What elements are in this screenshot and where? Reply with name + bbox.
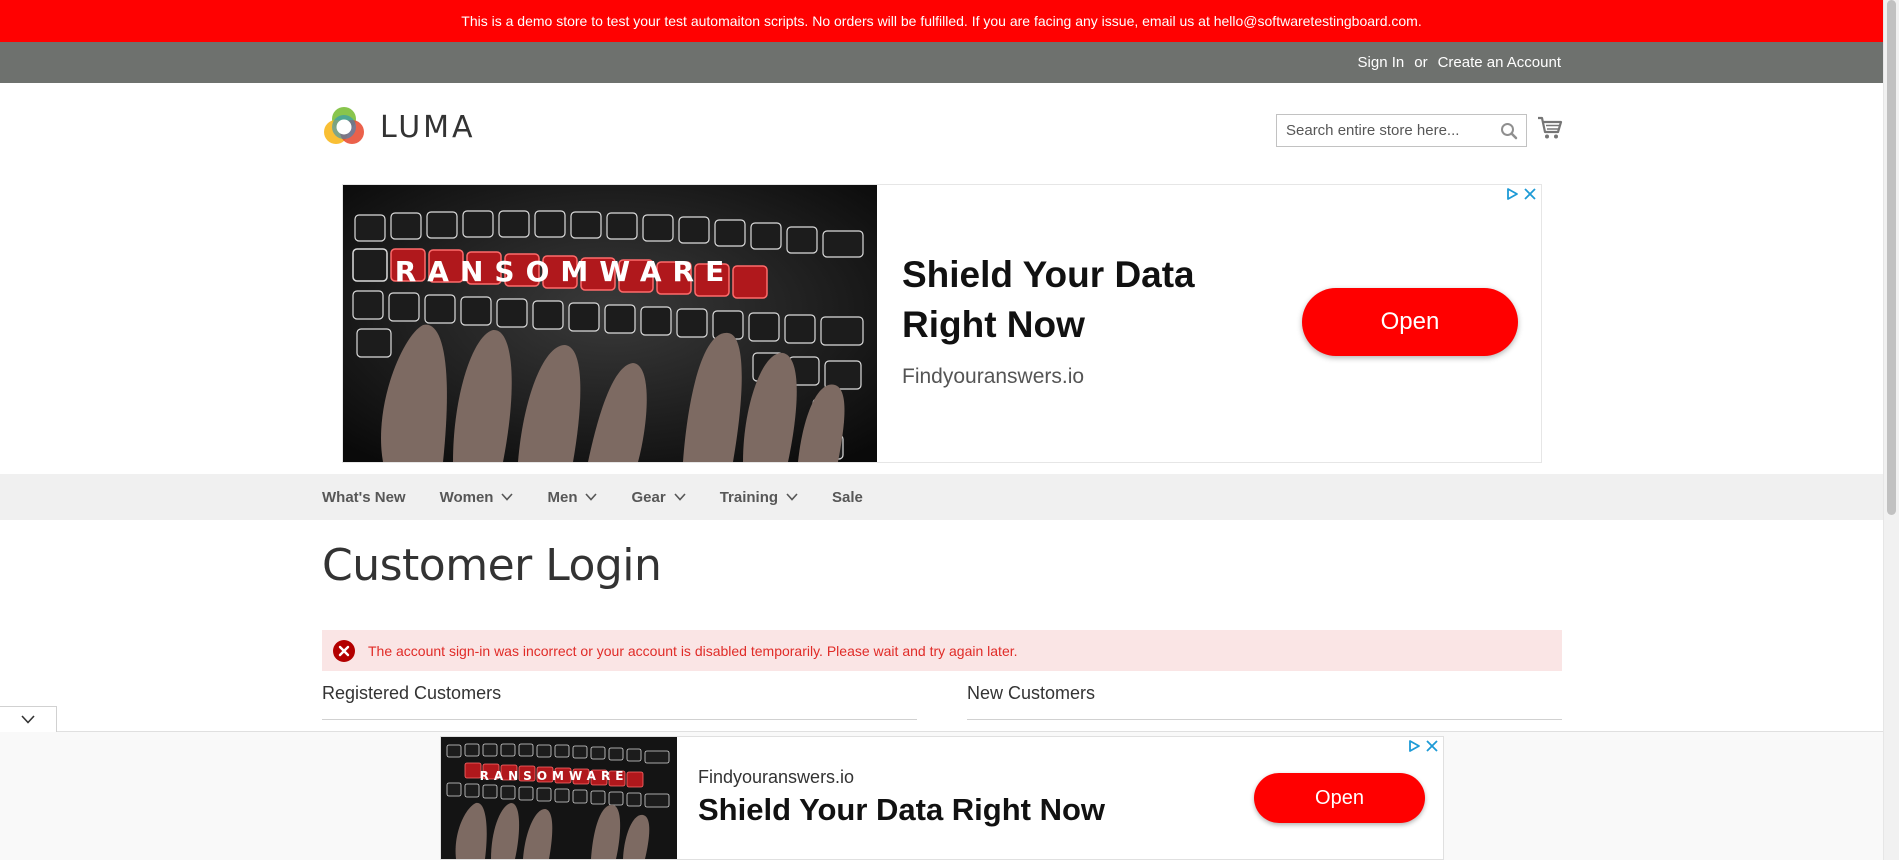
- chevron-down-icon: [501, 493, 514, 501]
- logo-text: LUMA: [380, 109, 476, 145]
- ad-open-button[interactable]: Open: [1254, 773, 1425, 823]
- main-navigation: What's New Women Men Gear Training Sale: [0, 474, 1883, 520]
- chevron-down-icon: [585, 493, 598, 501]
- chevron-down-icon: [674, 493, 686, 501]
- ad-image-word: RANSOMWARE: [480, 769, 629, 783]
- error-message-text: The account sign-in was incorrect or you…: [368, 642, 1018, 659]
- ad-image-word: RANSOMWARE: [395, 255, 735, 288]
- collapse-ad-button[interactable]: [0, 706, 57, 732]
- new-customers-divider: [967, 719, 1562, 720]
- sticky-advertisement[interactable]: RANSOMWARE Findyouranswers.io Shield You…: [440, 736, 1444, 860]
- nav-item-whats-new[interactable]: What's New: [322, 489, 406, 506]
- ad-choices: [1505, 187, 1537, 201]
- page-scrollbar[interactable]: [1883, 0, 1899, 860]
- nav-item-women[interactable]: Women: [440, 489, 514, 506]
- demo-notice-text: This is a demo store to test your test a…: [461, 13, 1422, 29]
- nav-item-label: Men: [547, 488, 578, 506]
- panel-header: Sign In or Create an Account: [0, 42, 1883, 83]
- nav-item-label: Sale: [832, 488, 863, 506]
- ad-choices-icon[interactable]: [1407, 739, 1421, 753]
- ad-close-icon[interactable]: [1523, 187, 1537, 201]
- nav-item-sale[interactable]: Sale: [832, 489, 863, 506]
- ad-headline: Shield Your Data Right Now: [698, 792, 1106, 827]
- chevron-down-icon: [21, 715, 35, 724]
- ad-headline: Shield Your Data Right Now: [902, 254, 1195, 345]
- registered-customers-title: Registered Customers: [322, 683, 502, 703]
- luma-logo[interactable]: LUMA: [322, 105, 476, 149]
- search-input[interactable]: [1277, 115, 1526, 146]
- ad-choices-icon[interactable]: [1505, 187, 1519, 201]
- nav-item-label: What's New: [322, 488, 406, 506]
- ad-domain: Findyouranswers.io: [698, 767, 855, 787]
- nav-item-training[interactable]: Training: [720, 489, 798, 506]
- advertisement-banner[interactable]: RANSOMWARE Shield Your Data Right Now Fi…: [342, 184, 1542, 463]
- error-message: The account sign-in was incorrect or you…: [322, 630, 1562, 671]
- new-customers-title: New Customers: [967, 683, 1096, 703]
- ad-open-button[interactable]: Open: [1302, 288, 1518, 356]
- create-account-link[interactable]: Create an Account: [1438, 54, 1561, 71]
- header-or-text: or: [1414, 54, 1428, 71]
- header-links: Sign In or Create an Account: [1358, 42, 1561, 83]
- nav-item-label: Women: [439, 488, 494, 506]
- error-icon: [333, 639, 355, 662]
- search-icon[interactable]: [1500, 122, 1518, 140]
- nav-item-label: Gear: [631, 488, 666, 506]
- shopping-cart-icon[interactable]: [1537, 115, 1563, 141]
- search-box: [1276, 114, 1527, 147]
- scrollbar-thumb[interactable]: [1887, 0, 1896, 515]
- nav-item-gear[interactable]: Gear: [631, 488, 686, 506]
- ad-keyboard-image: RANSOMWARE: [343, 185, 877, 462]
- ad-close-icon[interactable]: [1425, 739, 1439, 753]
- registered-customers-divider: [322, 719, 917, 720]
- nav-item-men[interactable]: Men: [547, 488, 598, 506]
- ad-choices: [1407, 739, 1439, 753]
- sign-in-link[interactable]: Sign In: [1358, 54, 1405, 71]
- ad-keyboard-image: RANSOMWARE: [441, 737, 677, 859]
- chevron-down-icon: [786, 493, 798, 501]
- demo-notice-banner: This is a demo store to test your test a…: [0, 0, 1883, 42]
- luma-logo-icon: [324, 107, 364, 144]
- ad-domain: Findyouranswers.io: [902, 365, 1085, 388]
- nav-item-label: Training: [719, 488, 779, 506]
- page-title: Customer Login: [322, 540, 662, 591]
